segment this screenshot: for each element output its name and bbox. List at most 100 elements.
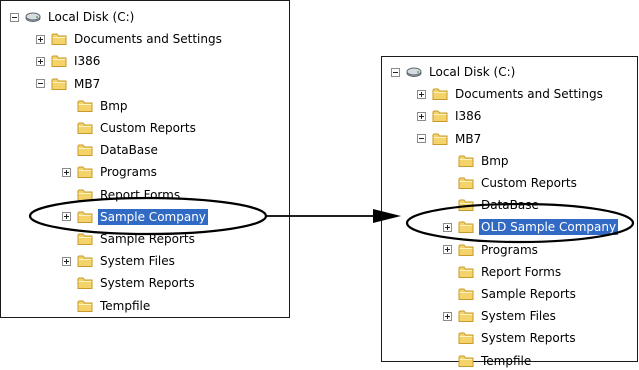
folder-label: Bmp — [100, 98, 128, 113]
folder-icon — [458, 244, 474, 256]
folder-icon — [458, 266, 474, 278]
folder-icon — [51, 33, 67, 46]
folder-icon — [432, 88, 448, 101]
folder-tree-item[interactable]: System Files — [62, 252, 177, 270]
folder-tree-item[interactable]: DataBase — [62, 141, 160, 159]
expand-toggle[interactable] — [417, 89, 426, 99]
folder-tree-item[interactable]: Documents and Settings — [417, 85, 605, 103]
collapse-toggle[interactable] — [10, 12, 19, 22]
expand-toggle[interactable] — [417, 111, 426, 121]
folder-tree-item[interactable]: Sample Reports — [443, 285, 578, 303]
hard-disk-icon — [406, 67, 422, 77]
folder-tree-item[interactable]: OLD Sample Company — [443, 218, 619, 236]
folder-label: Tempfile — [481, 353, 532, 368]
folder-icon — [458, 355, 474, 367]
folder-label: DataBase — [100, 143, 158, 158]
folder-icon — [77, 166, 93, 179]
folder-label: I386 — [74, 54, 101, 69]
folder-icon — [77, 189, 93, 201]
folder-tree-item[interactable]: Report Forms — [62, 186, 182, 204]
folder-tree-item[interactable]: Custom Reports — [443, 174, 579, 192]
folder-tree-item[interactable]: Programs — [62, 163, 159, 181]
expand-toggle[interactable] — [62, 256, 71, 266]
expand-toggle[interactable] — [443, 245, 452, 255]
folder-icon — [458, 177, 474, 189]
folder-label: DataBase — [481, 198, 539, 213]
folder-tree-item[interactable]: Report Forms — [443, 263, 563, 281]
folder-tree-item[interactable]: MB7 — [417, 130, 483, 148]
collapse-toggle[interactable] — [391, 67, 400, 77]
folder-icon — [432, 133, 448, 145]
left-folder-tree-panel: Local Disk (C:) Documents and Settings I38… — [0, 0, 290, 318]
expand-toggle[interactable] — [443, 222, 452, 232]
folder-tree-item[interactable]: I386 — [417, 107, 483, 125]
folder-label: Report Forms — [100, 187, 181, 202]
folder-icon — [77, 277, 93, 290]
folder-icon — [458, 310, 474, 323]
folder-label: Report Forms — [481, 264, 562, 279]
expand-toggle[interactable] — [62, 167, 71, 177]
folder-label: Programs — [481, 242, 538, 257]
folder-tree-item[interactable]: MB7 — [36, 75, 102, 93]
folder-tree-item[interactable]: Sample Reports — [62, 230, 197, 248]
hard-disk-icon — [25, 12, 41, 22]
folder-icon — [77, 255, 93, 268]
folder-label: Custom Reports — [100, 121, 196, 135]
folder-icon — [458, 199, 474, 212]
folder-icon — [77, 233, 93, 245]
right-folder-tree-panel: Local Disk (C:) Documents and Settings I38… — [381, 56, 638, 368]
folder-icon — [77, 300, 93, 312]
folder-label: System Reports — [100, 276, 195, 291]
folder-label: Bmp — [481, 153, 509, 168]
folder-label: Tempfile — [100, 298, 151, 313]
selected-folder-label: Sample Company — [98, 208, 208, 225]
folder-label: Documents and Settings — [455, 87, 603, 102]
folder-label: Sample Reports — [100, 232, 195, 246]
folder-label: System Reports — [481, 331, 576, 346]
folder-tree-item[interactable]: Documents and Settings — [36, 30, 224, 48]
folder-tree-item[interactable]: Sample Company — [62, 208, 208, 226]
expand-toggle[interactable] — [36, 34, 45, 44]
folder-icon — [77, 144, 93, 157]
folder-icon — [77, 122, 93, 134]
folder-label: System Files — [481, 309, 556, 324]
folder-icon — [458, 155, 474, 167]
folder-tree-item[interactable]: I386 — [36, 52, 102, 70]
expand-toggle[interactable] — [443, 311, 452, 321]
folder-icon — [458, 221, 474, 234]
folder-label: Documents and Settings — [74, 32, 222, 47]
folder-icon — [458, 288, 474, 300]
folder-tree-item[interactable]: Programs — [443, 241, 540, 259]
collapse-toggle[interactable] — [417, 134, 426, 144]
tree-root-item[interactable]: Local Disk (C:) — [10, 8, 136, 26]
expand-toggle[interactable] — [62, 212, 71, 222]
folder-icon — [432, 110, 448, 123]
folder-label: Custom Reports — [481, 176, 577, 190]
folder-icon — [77, 211, 93, 223]
expand-toggle[interactable] — [36, 56, 45, 66]
folder-icon — [77, 100, 93, 112]
collapse-toggle[interactable] — [36, 79, 45, 89]
folder-tree-item[interactable]: DataBase — [443, 196, 541, 214]
folder-label: Programs — [100, 165, 157, 180]
folder-tree-item[interactable]: System Files — [443, 307, 558, 325]
folder-label: Local Disk (C:) — [429, 65, 516, 79]
folder-icon — [458, 332, 474, 345]
folder-icon — [51, 55, 67, 68]
folder-label: MB7 — [74, 76, 101, 91]
folder-tree-item[interactable]: Tempfile — [443, 352, 533, 370]
folder-label: Local Disk (C:) — [48, 10, 135, 24]
folder-tree-item[interactable]: Custom Reports — [62, 119, 198, 137]
folder-label: I386 — [455, 109, 482, 124]
folder-label: MB7 — [455, 131, 482, 146]
folder-tree-item[interactable]: System Reports — [443, 329, 578, 347]
folder-tree-item[interactable]: Bmp — [62, 97, 130, 115]
folder-tree-item[interactable]: System Reports — [62, 274, 197, 292]
folder-tree-item[interactable]: Bmp — [443, 152, 511, 170]
selected-folder-label: OLD Sample Company — [479, 219, 619, 236]
folder-icon — [51, 78, 67, 90]
folder-label: Sample Reports — [481, 287, 576, 301]
folder-tree-item[interactable]: Tempfile — [62, 297, 152, 315]
folder-label: System Files — [100, 254, 175, 269]
tree-root-item[interactable]: Local Disk (C:) — [391, 63, 517, 81]
